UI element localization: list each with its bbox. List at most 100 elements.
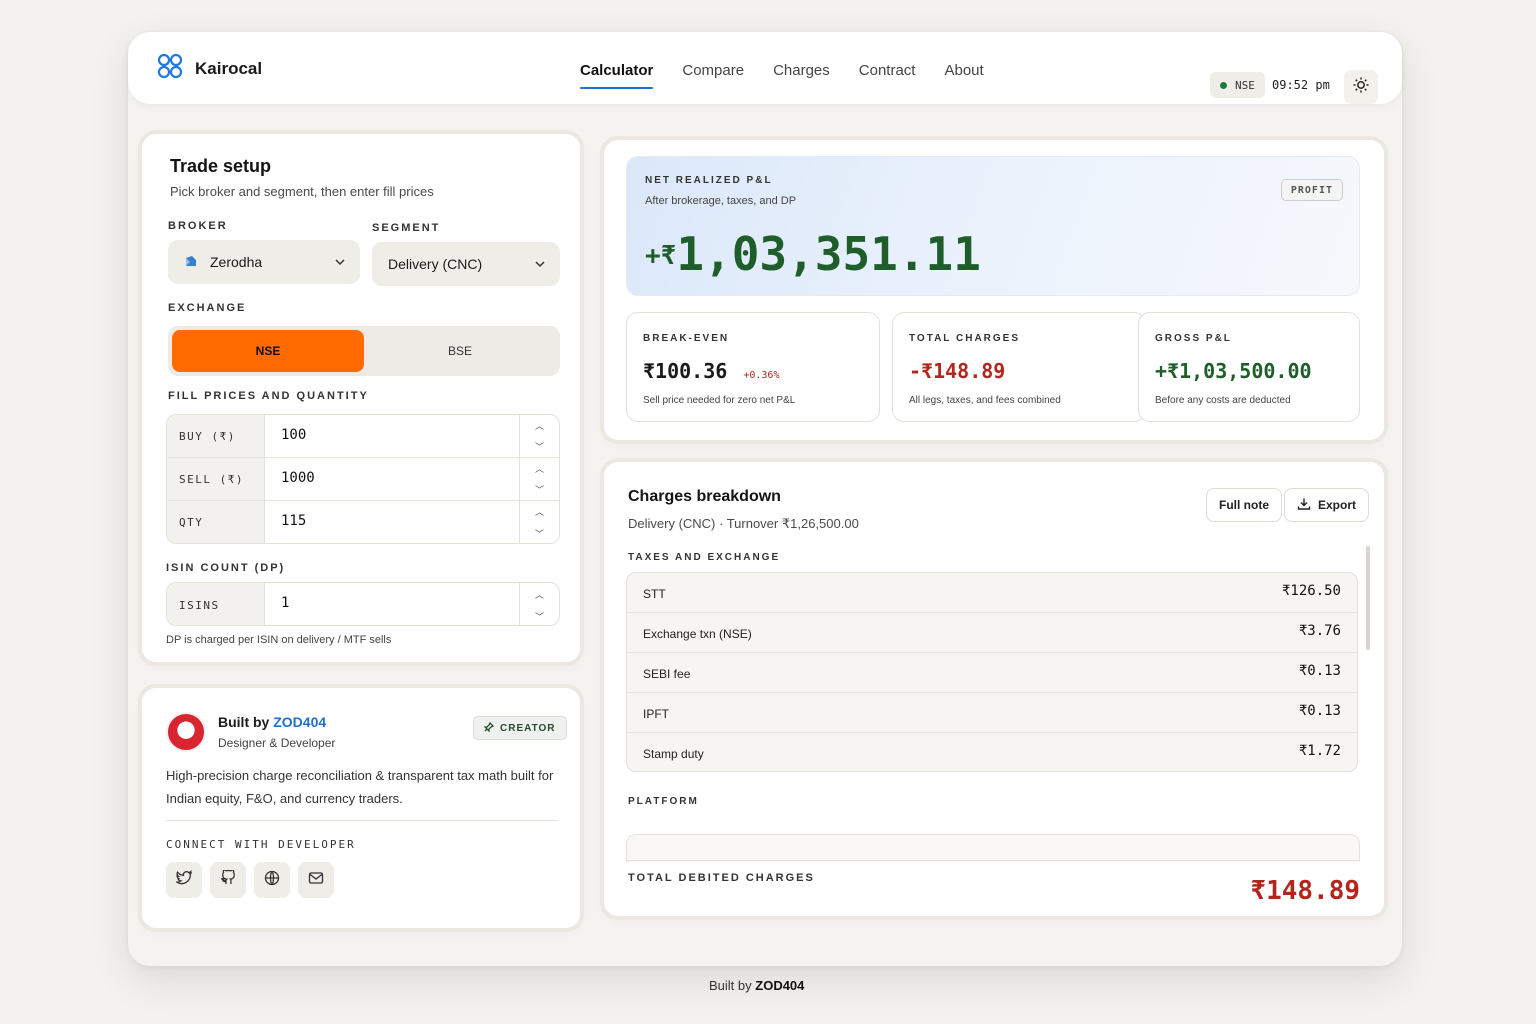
isin-key: ISINS bbox=[167, 583, 265, 625]
total-charges-card: TOTAL CHARGES -₹148.89 All legs, taxes, … bbox=[892, 312, 1146, 422]
trade-setup-subtitle: Pick broker and segment, then enter fill… bbox=[170, 184, 434, 199]
footer-prefix: Built by bbox=[709, 978, 752, 993]
market-status-badge: NSE bbox=[1210, 72, 1265, 98]
break-even-value: ₹100.36 bbox=[643, 359, 728, 383]
qty-input[interactable]: 115 bbox=[281, 513, 306, 529]
sell-label: SELL (₹) bbox=[167, 458, 265, 500]
total-charges-label: TOTAL CHARGES bbox=[909, 333, 1021, 344]
theme-toggle-button[interactable] bbox=[1344, 70, 1378, 104]
net-pnl-hero: NET REALIZED P&L After brokerage, taxes,… bbox=[626, 156, 1360, 296]
charges-breakdown-card: Charges breakdown Delivery (CNC) · Turno… bbox=[604, 462, 1384, 916]
break-even-label: BREAK-EVEN bbox=[643, 333, 730, 344]
segment-select[interactable]: Delivery (CNC) bbox=[372, 242, 560, 286]
broker-label: BROKER bbox=[168, 220, 228, 232]
net-pnl-value: +₹1,03,351.11 bbox=[645, 227, 981, 281]
table-row: Stamp duty ₹1.72 bbox=[627, 733, 1357, 771]
chevron-down-icon[interactable]: ﹀ bbox=[535, 610, 544, 623]
broker-value: Zerodha bbox=[210, 254, 263, 270]
exchange-nse-button[interactable]: NSE bbox=[172, 330, 364, 372]
chevron-up-icon[interactable]: ︿ bbox=[535, 462, 544, 475]
isin-input[interactable]: 1 bbox=[281, 595, 289, 611]
top-bar: Kairocal Calculator Compare Charges Cont… bbox=[128, 32, 1402, 104]
creator-link[interactable]: ZOD404 bbox=[273, 714, 326, 730]
website-button[interactable] bbox=[254, 862, 290, 898]
qty-stepper[interactable]: ︿ ﹀ bbox=[519, 501, 559, 543]
net-pnl-amount: 1,03,351.11 bbox=[676, 227, 981, 281]
chevron-down-icon[interactable]: ﹀ bbox=[535, 440, 544, 453]
buy-price-input[interactable]: 100 bbox=[281, 427, 306, 443]
gross-pnl-value: +₹1,03,500.00 bbox=[1155, 359, 1312, 383]
clock: 09:52 pm bbox=[1272, 78, 1330, 92]
nav-contract[interactable]: Contract bbox=[859, 62, 916, 87]
chevron-down-icon[interactable]: ﹀ bbox=[535, 527, 544, 540]
creator-badge: CREATOR bbox=[473, 716, 567, 740]
exchange-bse-button[interactable]: BSE bbox=[364, 330, 556, 372]
creator-badge-label: CREATOR bbox=[500, 722, 556, 734]
break-even-desc: Sell price needed for zero net P&L bbox=[643, 395, 796, 406]
nav-charges[interactable]: Charges bbox=[773, 62, 830, 87]
chevron-up-icon[interactable]: ︿ bbox=[535, 505, 544, 518]
total-charges-value: -₹148.89 bbox=[909, 359, 1006, 383]
twitter-button[interactable] bbox=[166, 862, 202, 898]
chevron-down-icon[interactable]: ﹀ bbox=[535, 483, 544, 496]
mail-icon bbox=[308, 870, 324, 891]
buy-stepper[interactable]: ︿ ﹀ bbox=[519, 415, 559, 457]
twitter-icon bbox=[174, 869, 193, 891]
full-note-button[interactable]: Full note bbox=[1206, 488, 1282, 522]
nav-about[interactable]: About bbox=[944, 62, 983, 87]
chevron-down-icon bbox=[534, 257, 546, 273]
charge-value: ₹0.13 bbox=[1298, 663, 1341, 679]
buy-row: BUY (₹) 100 ︿ ﹀ bbox=[167, 415, 559, 458]
qty-label: QTY bbox=[167, 501, 265, 543]
footer-credit: Built by ZOD404 bbox=[709, 978, 804, 993]
scrollbar[interactable] bbox=[1366, 546, 1370, 650]
brand[interactable]: Kairocal bbox=[156, 52, 262, 85]
isin-note: DP is charged per ISIN on delivery / MTF… bbox=[166, 634, 392, 646]
export-button[interactable]: Export bbox=[1284, 488, 1370, 522]
total-debited-value: ₹148.89 bbox=[1250, 876, 1360, 906]
break-even-card: BREAK-EVEN ₹100.36 +0.36% Sell price nee… bbox=[626, 312, 880, 422]
gross-pnl-desc: Before any costs are deducted bbox=[1155, 395, 1291, 406]
table-row: Exchange txn (NSE) ₹3.76 bbox=[627, 613, 1357, 653]
email-button[interactable] bbox=[298, 862, 334, 898]
main-nav: Calculator Compare Charges Contract Abou… bbox=[580, 62, 984, 89]
built-by-prefix: Built by bbox=[218, 714, 270, 730]
charge-name: Exchange txn (NSE) bbox=[643, 627, 752, 641]
total-charges-desc: All legs, taxes, and fees combined bbox=[909, 395, 1061, 406]
table-row: IPFT ₹0.13 bbox=[627, 693, 1357, 733]
exchange-toggle: NSE BSE bbox=[168, 326, 560, 376]
broker-select[interactable]: Zerodha bbox=[168, 240, 360, 284]
table-row: SEBI fee ₹0.13 bbox=[627, 653, 1357, 693]
market-name: NSE bbox=[1235, 78, 1255, 92]
nav-calculator[interactable]: Calculator bbox=[580, 62, 654, 89]
status-dot-icon bbox=[1220, 81, 1227, 89]
zerodha-logo-icon bbox=[184, 254, 198, 271]
charges-subtitle: Delivery (CNC) · Turnover ₹1,26,500.00 bbox=[628, 516, 859, 531]
charge-name: SEBI fee bbox=[643, 667, 691, 681]
taxes-label: TAXES AND EXCHANGE bbox=[628, 552, 781, 563]
nav-compare[interactable]: Compare bbox=[682, 62, 744, 87]
break-even-value-line: ₹100.36 +0.36% bbox=[643, 359, 779, 383]
built-by-line: Built by ZOD404 bbox=[218, 714, 326, 730]
chevron-up-icon[interactable]: ︿ bbox=[535, 588, 544, 601]
net-pnl-label: NET REALIZED P&L bbox=[645, 175, 773, 186]
divider bbox=[166, 820, 558, 821]
sell-price-input[interactable]: 1000 bbox=[281, 470, 315, 486]
gross-pnl-card: GROSS P&L +₹1,03,500.00 Before any costs… bbox=[1138, 312, 1360, 422]
net-pnl-sign: +₹ bbox=[645, 241, 677, 271]
gross-pnl-label: GROSS P&L bbox=[1155, 333, 1232, 344]
trade-setup-title: Trade setup bbox=[170, 156, 272, 176]
exchange-label: EXCHANGE bbox=[168, 302, 247, 314]
footer-link[interactable]: ZOD404 bbox=[755, 978, 804, 993]
charge-name: IPFT bbox=[643, 707, 669, 721]
creator-card: Built by ZOD404 Designer & Developer CRE… bbox=[142, 688, 580, 928]
segment-label: SEGMENT bbox=[372, 222, 441, 234]
sell-stepper[interactable]: ︿ ﹀ bbox=[519, 458, 559, 500]
chevron-up-icon[interactable]: ︿ bbox=[535, 419, 544, 432]
charges-title: Charges breakdown bbox=[628, 488, 781, 505]
charge-value: ₹1.72 bbox=[1298, 743, 1341, 759]
creator-role: Designer & Developer bbox=[218, 736, 336, 750]
github-button[interactable] bbox=[210, 862, 246, 898]
profit-badge: PROFIT bbox=[1280, 179, 1343, 201]
isin-stepper[interactable]: ︿ ﹀ bbox=[519, 583, 559, 625]
